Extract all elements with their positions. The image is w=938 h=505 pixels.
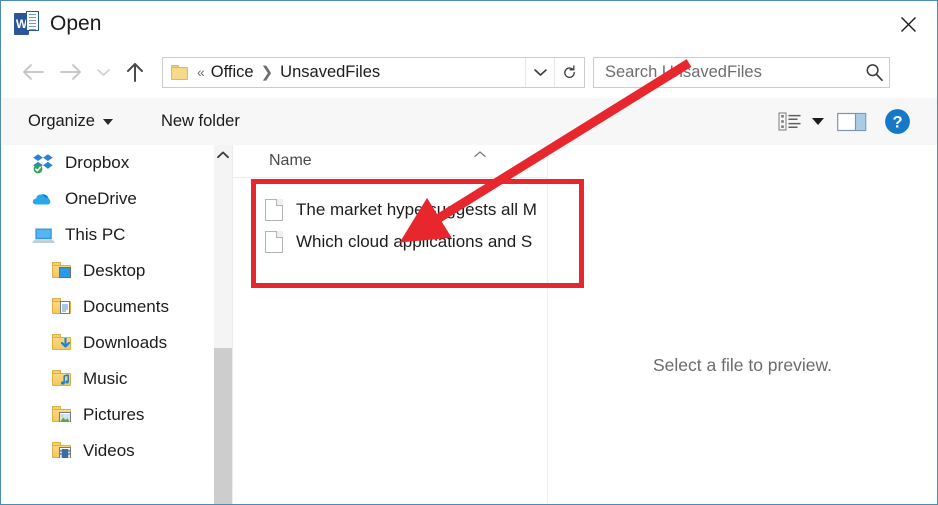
sidebar-item-label: Pictures xyxy=(83,405,145,424)
breadcrumb-overflow[interactable]: « xyxy=(188,64,211,80)
search-icon[interactable] xyxy=(859,58,889,87)
desktop-folder-icon xyxy=(50,260,74,282)
sidebar-item-label: Desktop xyxy=(83,261,146,280)
organize-label: Organize xyxy=(28,112,95,130)
back-arrow-icon[interactable] xyxy=(14,53,52,91)
title-bar: W Open xyxy=(2,2,937,46)
sidebar-item-documents[interactable]: Documents xyxy=(2,289,214,325)
file-name: The market hype suggests all M xyxy=(296,200,537,219)
pictures-folder-icon xyxy=(50,404,74,426)
sidebar-item-videos[interactable]: Videos xyxy=(2,433,214,469)
close-button[interactable] xyxy=(885,2,931,46)
dialog-body: Dropbox OneDrive This PC Desktop Documen… xyxy=(2,145,937,504)
file-list-panel: Name The market hype suggests all M Whic… xyxy=(233,145,548,504)
documents-folder-icon xyxy=(50,296,74,318)
file-list-item[interactable]: The market hype suggests all M xyxy=(233,194,547,226)
sidebar-item-music[interactable]: Music xyxy=(2,361,214,397)
music-folder-icon xyxy=(50,368,74,390)
forward-arrow-icon[interactable] xyxy=(52,53,90,91)
sidebar-item-label: Downloads xyxy=(83,333,168,352)
sidebar-item-this-pc[interactable]: This PC xyxy=(2,217,214,253)
sidebar-item-label: This PC xyxy=(65,225,126,244)
sidebar-item-label: Music xyxy=(83,369,128,388)
breadcrumb-separator: ❯ xyxy=(260,64,274,81)
open-file-dialog: W Open « Office ❯ UnsavedFiles Search Un… xyxy=(0,0,938,505)
sidebar-item-label: Documents xyxy=(83,297,169,316)
breadcrumb-item-office[interactable]: Office xyxy=(211,63,254,82)
refresh-icon[interactable] xyxy=(554,57,584,87)
toolbar-right-group: ? xyxy=(773,106,919,138)
new-folder-button[interactable]: New folder xyxy=(161,112,240,131)
sidebar-scrollbar[interactable] xyxy=(214,145,233,504)
this-pc-icon xyxy=(32,224,56,246)
preview-pane: Select a file to preview. xyxy=(548,145,937,504)
up-arrow-icon[interactable] xyxy=(116,53,154,91)
sidebar-scrollbar-thumb[interactable] xyxy=(214,348,232,504)
sidebar-item-label: Videos xyxy=(83,441,135,460)
view-options-caret-down-icon[interactable] xyxy=(807,106,829,138)
new-folder-label: New folder xyxy=(160,112,240,130)
address-bar-row: « Office ❯ UnsavedFiles xyxy=(2,46,937,98)
sidebar-item-desktop[interactable]: Desktop xyxy=(2,253,214,289)
downloads-folder-icon xyxy=(50,332,74,354)
breadcrumb-item-unsavedfiles[interactable]: UnsavedFiles xyxy=(280,63,380,82)
onedrive-icon xyxy=(32,188,56,210)
svg-text:?: ? xyxy=(892,113,902,131)
file-list-column-header: Name xyxy=(233,145,547,178)
dropbox-icon xyxy=(32,152,56,174)
column-header-name[interactable]: Name xyxy=(269,152,312,170)
search-box[interactable] xyxy=(593,56,890,88)
document-icon xyxy=(265,231,283,253)
window-title: Open xyxy=(50,12,102,35)
sidebar-item-downloads[interactable]: Downloads xyxy=(2,325,214,361)
search-input[interactable] xyxy=(603,61,859,83)
folder-icon xyxy=(171,64,188,80)
document-icon xyxy=(265,199,283,221)
navigation-sidebar: Dropbox OneDrive This PC Desktop Documen… xyxy=(2,145,214,504)
sidebar-item-label: OneDrive xyxy=(65,189,137,208)
organize-button[interactable]: Organize xyxy=(28,112,113,131)
sidebar-item-onedrive[interactable]: OneDrive xyxy=(2,181,214,217)
preview-pane-icon[interactable] xyxy=(829,106,875,138)
sort-chevron-up-icon xyxy=(473,146,487,164)
caret-down-icon xyxy=(102,118,113,125)
scroll-up-arrow-icon[interactable] xyxy=(214,145,232,164)
command-toolbar: Organize New folder ? xyxy=(2,98,937,146)
address-chevron-down-icon[interactable] xyxy=(525,57,554,87)
word-icon: W xyxy=(14,11,40,37)
file-name: Which cloud applications and S xyxy=(296,232,533,251)
videos-folder-icon xyxy=(50,440,74,462)
breadcrumb-bar[interactable]: « Office ❯ UnsavedFiles xyxy=(162,56,585,88)
preview-placeholder-text: Select a file to preview. xyxy=(653,355,832,375)
sidebar-item-label: Dropbox xyxy=(65,153,130,172)
sidebar-item-pictures[interactable]: Pictures xyxy=(2,397,214,433)
recent-locations-chevron-down-icon[interactable] xyxy=(90,53,116,91)
file-list-item[interactable]: Which cloud applications and S xyxy=(233,226,547,258)
sidebar-item-dropbox[interactable]: Dropbox xyxy=(2,145,214,181)
view-list-icon[interactable] xyxy=(773,106,807,138)
help-icon[interactable]: ? xyxy=(875,106,919,138)
